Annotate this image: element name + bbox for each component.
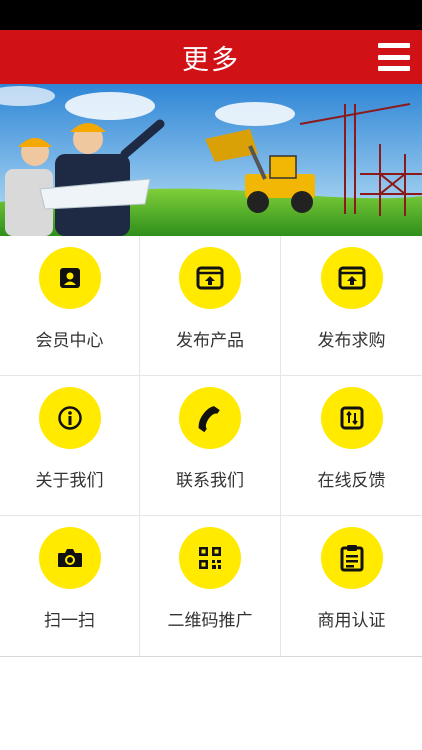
info-icon	[38, 387, 101, 449]
banner-image	[0, 84, 422, 236]
grid-item-online-feedback[interactable]: 在线反馈	[281, 376, 422, 516]
grid-item-label: 联系我们	[176, 471, 244, 491]
grid-item-scan[interactable]: 扫一扫	[0, 516, 140, 656]
phone-icon	[179, 387, 241, 449]
member-card-icon	[38, 247, 101, 309]
upload-window-icon	[179, 247, 241, 309]
grid-item-label: 扫一扫	[44, 611, 95, 631]
app-header: 更多	[0, 30, 422, 84]
grid-item-label: 商用认证	[317, 611, 386, 631]
camera-icon	[38, 527, 101, 589]
grid-item-member-center[interactable]: 会员中心	[0, 236, 140, 376]
grid-item-label: 发布求购	[317, 331, 386, 351]
qr-code-icon	[179, 527, 241, 589]
grid-item-label: 二维码推广	[167, 611, 253, 631]
grid-item-publish-product[interactable]: 发布产品	[140, 236, 281, 376]
grid-item-business-certification[interactable]: 商用认证	[281, 516, 422, 656]
page-title: 更多	[182, 44, 240, 76]
feature-grid: 会员中心 发布产品 发布求购 关于我们 联系我们 在线反馈 扫一扫 二维码推广 …	[0, 236, 422, 657]
grid-item-label: 发布产品	[176, 331, 244, 351]
grid-item-about-us[interactable]: 关于我们	[0, 376, 140, 516]
grid-item-publish-request[interactable]: 发布求购	[281, 236, 422, 376]
grid-item-label: 在线反馈	[317, 471, 386, 491]
grid-item-qr-promotion[interactable]: 二维码推广	[140, 516, 281, 656]
clipboard-icon	[320, 527, 383, 589]
grid-item-label: 关于我们	[35, 471, 104, 491]
upload-window-icon	[320, 247, 383, 309]
grid-item-label: 会员中心	[35, 331, 104, 351]
grid-item-contact-us[interactable]: 联系我们	[140, 376, 281, 516]
feedback-icon	[320, 387, 383, 449]
status-bar	[0, 0, 422, 30]
hamburger-menu-icon[interactable]	[378, 43, 410, 71]
